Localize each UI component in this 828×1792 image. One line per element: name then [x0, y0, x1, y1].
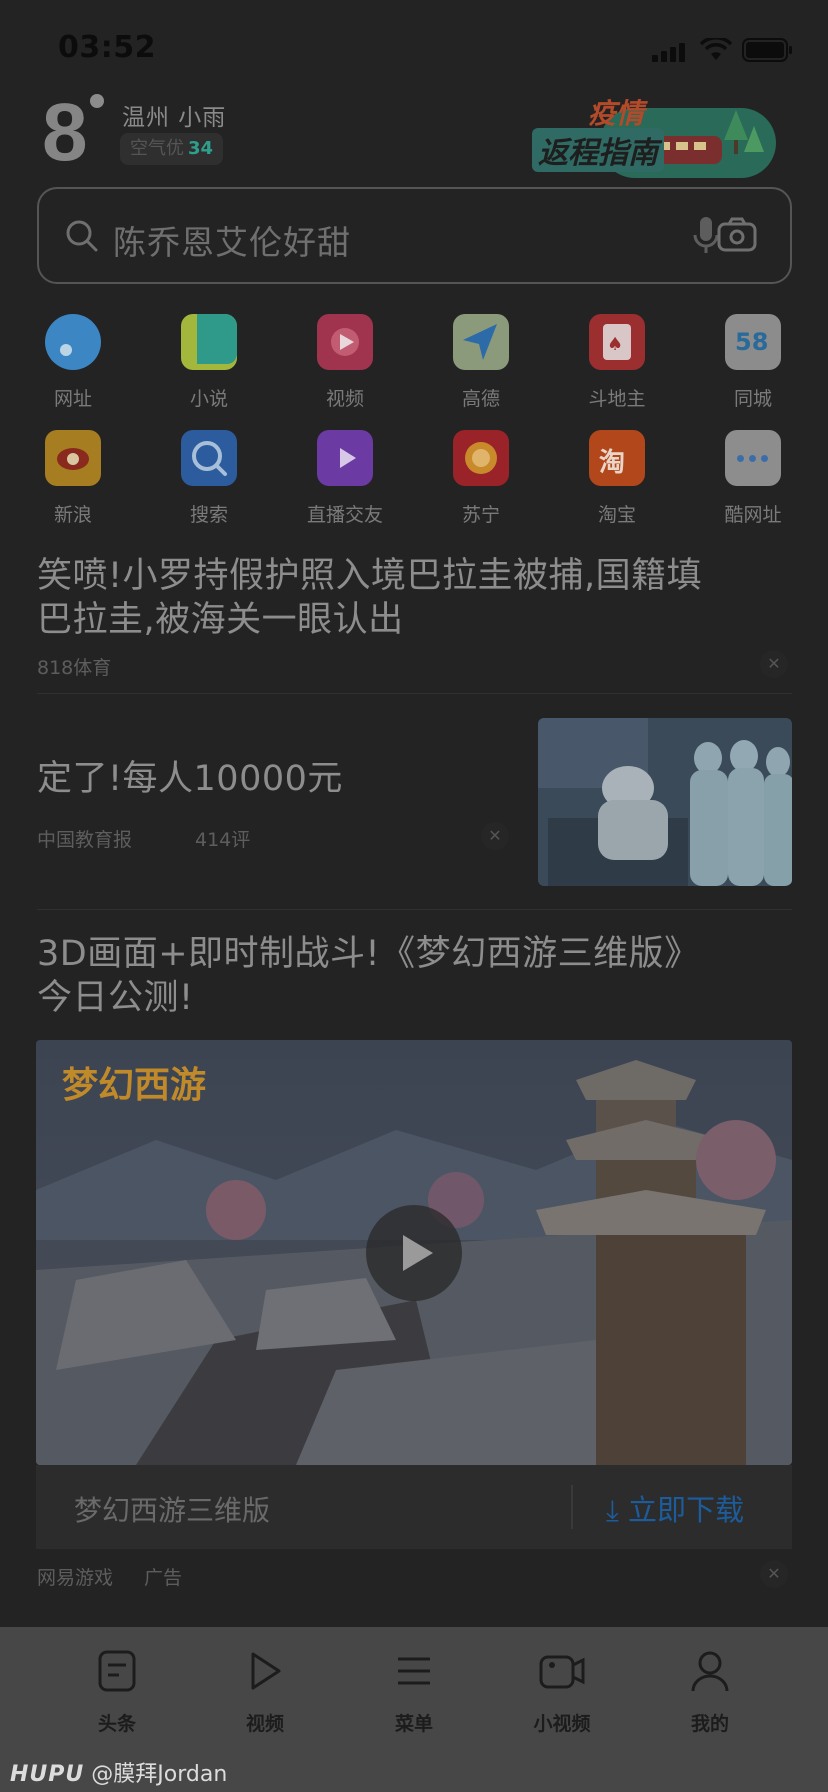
shortcut-label: 视频 — [325, 388, 364, 410]
shortcut-label: 淘宝 — [597, 504, 636, 526]
close-icon[interactable]: ✕ — [760, 1560, 788, 1588]
close-icon[interactable]: ✕ — [760, 650, 788, 678]
ad-video[interactable]: 梦幻西游 — [36, 1040, 792, 1465]
aqi-value: 34 — [188, 138, 214, 159]
tab-label: 我的 — [690, 1713, 729, 1735]
return-guide-banner[interactable]: 疫情 返程指南 — [530, 92, 780, 182]
feed-title: 笑喷!小罗持假护照入境巴拉圭被捕,国籍填 巴拉圭,被海关一眼认出 — [37, 554, 702, 642]
feed-title-line: 3D画面+即时制战斗!《梦幻西游三维版》 — [37, 934, 700, 974]
shortcut-直播交友[interactable]: 直播交友 — [285, 426, 405, 527]
shortcut-label: 高德 — [461, 388, 500, 410]
shortcut-label: 酷网址 — [724, 504, 782, 526]
camera-video-icon — [539, 1655, 585, 1689]
shortcut-label: 苏宁 — [461, 504, 500, 526]
ad-tag: 广告 — [144, 1567, 183, 1589]
feed-source: 网易游戏 — [37, 1567, 114, 1589]
tv-icon — [317, 430, 373, 486]
feed-title-line: 巴拉圭,被海关一眼认出 — [37, 600, 404, 640]
more-dots-icon — [725, 430, 781, 486]
book-icon — [181, 314, 237, 370]
shortcut-网址[interactable]: 网址 — [13, 310, 133, 411]
shortcut-酷网址[interactable]: 酷网址 — [693, 426, 813, 527]
menu-icon — [398, 1657, 430, 1685]
wifi-icon — [700, 38, 732, 60]
degree-icon — [90, 94, 104, 108]
tab-label: 头条 — [97, 1713, 136, 1735]
download-label: 立即下载 — [628, 1493, 745, 1527]
shortcut-视频[interactable]: 视频 — [285, 310, 405, 411]
shortcut-小说[interactable]: 小说 — [149, 310, 269, 411]
tab-我的[interactable]: 我的 — [650, 1643, 770, 1736]
tab-小视频[interactable]: 小视频 — [502, 1643, 622, 1736]
shortcut-label: 搜索 — [189, 504, 228, 526]
news-icon — [98, 1650, 136, 1692]
feed-comments: 414评 — [195, 829, 251, 851]
search-bar[interactable]: 陈乔恩艾伦好甜 — [37, 187, 792, 284]
poker-card-icon: ♠ — [589, 314, 645, 370]
watermark: HUPU @膜拜Jordan — [10, 1756, 227, 1788]
weather-city: 温州 小雨 — [122, 105, 227, 131]
shortcut-label: 直播交友 — [306, 504, 383, 526]
lion-icon — [453, 430, 509, 486]
feed-title-line: 今日公测! — [37, 978, 194, 1018]
download-button[interactable]: ⤓ 立即下载 — [606, 1487, 744, 1529]
user-icon — [691, 1651, 729, 1692]
shortcut-同城[interactable]: 58 同城 — [693, 310, 813, 411]
shortcut-搜索[interactable]: 搜索 — [149, 426, 269, 527]
divider — [37, 909, 792, 910]
feed-source: 中国教育报 — [37, 829, 133, 851]
play-icon[interactable] — [366, 1205, 462, 1301]
search-placeholder: 陈乔恩艾伦好甜 — [113, 223, 351, 262]
camera-icon[interactable] — [717, 217, 757, 253]
shortcut-苏宁[interactable]: 苏宁 — [421, 426, 541, 527]
shortcut-label: 小说 — [189, 388, 228, 410]
tab-label: 小视频 — [533, 1713, 591, 1735]
shortcut-label: 新浪 — [53, 504, 92, 526]
tab-label: 视频 — [245, 1713, 284, 1735]
shortcut-高德[interactable]: 高德 — [421, 310, 541, 411]
tab-头条[interactable]: 头条 — [57, 1643, 177, 1736]
shortcut-淘宝[interactable]: 淘 淘宝 — [557, 426, 677, 527]
search-icon — [66, 220, 98, 252]
feed-title: 3D画面+即时制战斗!《梦幻西游三维版》 今日公测! — [37, 932, 700, 1020]
tab-label: 菜单 — [394, 1713, 433, 1735]
58-icon: 58 — [725, 314, 781, 370]
watermark-brand: HUPU — [10, 1762, 85, 1787]
status-bar: 03:52 — [0, 0, 828, 96]
divider — [571, 1485, 573, 1529]
feed-source: 818体育 — [37, 657, 112, 679]
game-logo: 梦幻西游 — [62, 1064, 207, 1106]
video-play-icon — [317, 314, 373, 370]
shortcut-label: 同城 — [733, 388, 772, 410]
signal-icon — [652, 43, 685, 62]
feed-title-line: 笑喷!小罗持假护照入境巴拉圭被捕,国籍填 — [37, 556, 703, 596]
news-thumbnail — [538, 718, 792, 886]
aqi-badge: 空气优 34 — [120, 133, 224, 165]
ad-app-name: 梦幻西游三维版 — [74, 1494, 271, 1527]
globe-icon — [45, 314, 101, 370]
status-time: 03:52 — [58, 30, 156, 65]
weibo-eye-icon — [45, 430, 101, 486]
tab-菜单[interactable]: 菜单 — [354, 1643, 474, 1736]
taobao-icon: 淘 — [589, 430, 645, 486]
download-icon: ⤓ — [606, 1493, 619, 1527]
battery-icon — [742, 38, 792, 62]
magnifier-icon — [181, 430, 237, 486]
banner-line1: 疫情 — [588, 97, 645, 130]
aqi-label: 空气优 — [130, 138, 184, 159]
play-icon — [251, 1652, 281, 1690]
shortcut-新浪[interactable]: 新浪 — [13, 426, 133, 527]
shortcut-label: 斗地主 — [588, 388, 646, 410]
weather-temperature: 8 — [42, 87, 88, 178]
shortcut-斗地主[interactable]: ♠ 斗地主 — [557, 310, 677, 411]
feed-title: 定了!每人10000元 — [37, 759, 343, 799]
ad-action-bar: 梦幻西游三维版 ⤓ 立即下载 — [36, 1465, 792, 1549]
divider — [37, 693, 792, 694]
watermark-handle: @膜拜Jordan — [91, 1762, 228, 1787]
tab-视频[interactable]: 视频 — [205, 1643, 325, 1736]
banner-line2: 返程指南 — [532, 128, 664, 172]
close-icon[interactable]: ✕ — [481, 822, 509, 850]
shortcut-label: 网址 — [53, 388, 92, 410]
map-arrow-icon — [453, 314, 509, 370]
